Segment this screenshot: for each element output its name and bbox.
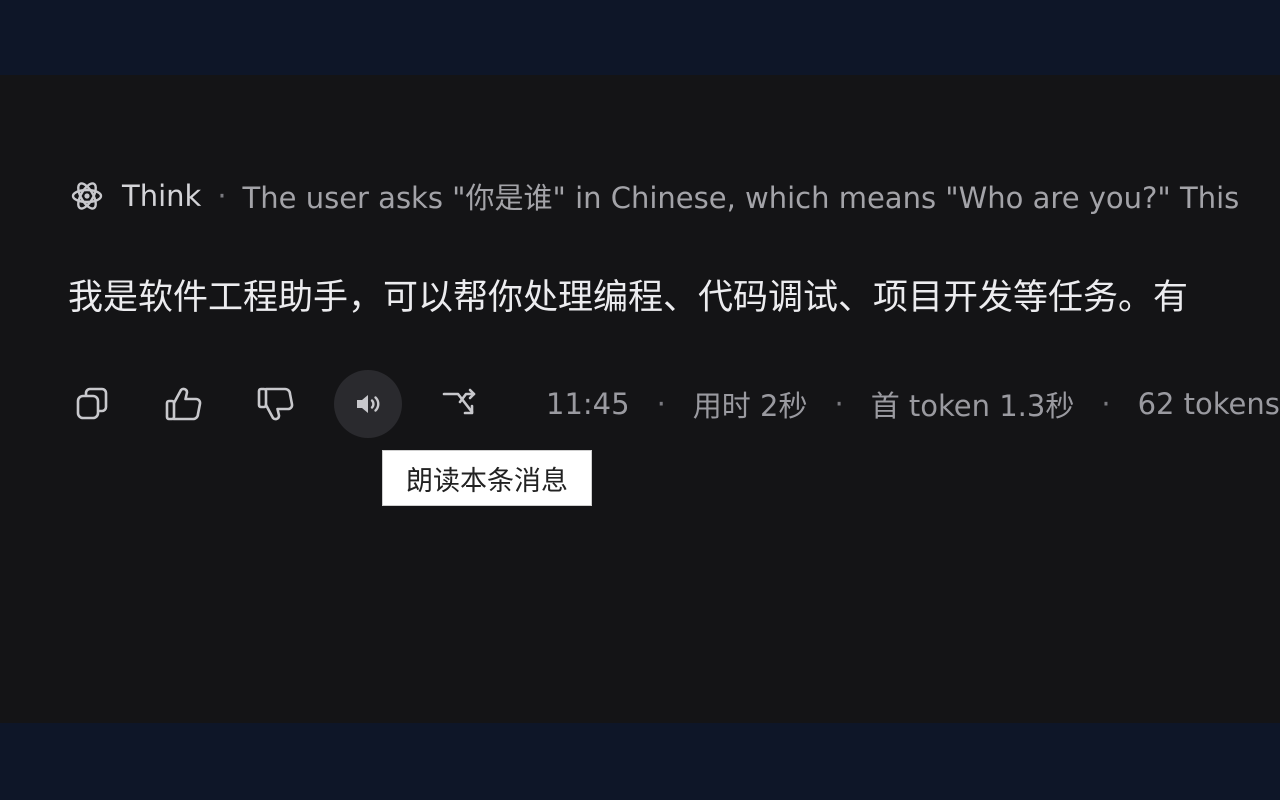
first-token-latency: 首 token 1.3秒 (870, 389, 1075, 423)
message-metadata: 11:45 · 用时 2秒 · 首 token 1.3秒 · 62 tokens (546, 384, 1280, 424)
read-aloud-button[interactable] (334, 370, 402, 438)
meta-separator: · (1101, 387, 1111, 421)
think-summary[interactable]: Think · The user asks "你是谁" in Chinese, … (70, 176, 1239, 216)
atom-icon (70, 179, 104, 213)
assistant-message-text: 我是软件工程助手，可以帮你处理编程、代码调试、项目开发等任务。有 (68, 278, 1189, 318)
app-window: Think · The user asks "你是谁" in Chinese, … (0, 0, 1280, 800)
think-separator: · (217, 179, 227, 213)
read-aloud-tooltip: 朗读本条消息 (382, 450, 592, 506)
token-count: 62 tokens (1137, 387, 1280, 421)
branch-button[interactable] (426, 370, 494, 438)
response-duration: 用时 2秒 (692, 389, 808, 423)
like-button[interactable] (150, 370, 218, 438)
think-label: Think (122, 179, 202, 213)
thumbs-down-icon (254, 382, 298, 426)
speaker-icon (352, 388, 384, 420)
meta-separator: · (656, 387, 666, 421)
dislike-button[interactable] (242, 370, 310, 438)
copy-icon (70, 382, 114, 426)
copy-button[interactable] (58, 370, 126, 438)
thumbs-up-icon (162, 382, 206, 426)
message-actions-bar (58, 370, 518, 438)
meta-separator: · (834, 387, 844, 421)
message-time: 11:45 (546, 387, 630, 421)
branch-icon (438, 382, 482, 426)
think-preview-text: The user asks "你是谁" in Chinese, which me… (242, 181, 1240, 215)
